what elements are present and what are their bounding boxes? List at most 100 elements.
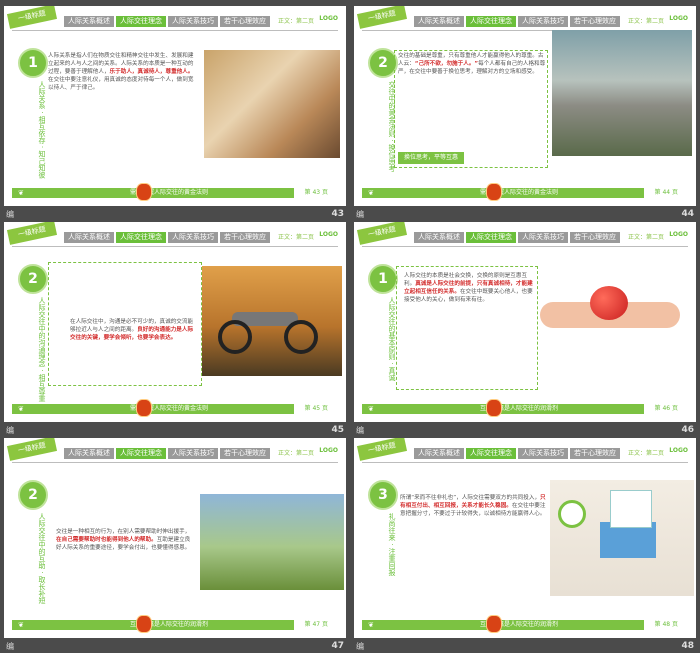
- footer-left-block: [362, 188, 394, 198]
- slide-caption: 编 43: [4, 209, 346, 221]
- tab-3[interactable]: 人际关系技巧: [518, 448, 568, 459]
- slide-caption: 编 45: [4, 425, 346, 437]
- slide-caption: 编 48: [354, 641, 696, 653]
- slide-caption: 编 46: [354, 425, 696, 437]
- header-divider: [12, 30, 338, 31]
- tab-3[interactable]: 人际关系技巧: [168, 448, 218, 459]
- slide-46[interactable]: 一级标题 人际关系概述 人际交往理念 人际关系技巧 若干心理效应 正文：第二页 LOGO 1 人…: [354, 222, 696, 422]
- tab-1[interactable]: 人际关系概述: [64, 448, 114, 459]
- slide-number: 48: [681, 641, 694, 651]
- slide-footer: 需要掌握人际交往的黄金法则 ❦ 第 44 页: [354, 174, 696, 206]
- wheel-illustration: [284, 320, 318, 354]
- footer-left-block: [12, 404, 44, 414]
- footer-bar: 需要掌握人际交往的黄金法则: [44, 188, 294, 198]
- slide-footer: 互利互惠是人际交往的润滑剂 ❦ 第 47 页: [4, 606, 346, 638]
- level-one-ribbon: 一级标题: [356, 6, 408, 29]
- edit-icon[interactable]: 编: [6, 641, 14, 652]
- slide-caption: 编 44: [354, 209, 696, 221]
- lantern-icon: [486, 183, 502, 201]
- header-divider: [12, 462, 338, 463]
- slide-photo: [550, 480, 694, 596]
- slide-footer: 互利互惠是人际交往的润滑剂 ❦ 第 46 页: [354, 390, 696, 422]
- tab-4[interactable]: 若干心理效应: [220, 448, 270, 459]
- tab-2[interactable]: 人际交往理念: [116, 232, 166, 243]
- slide-header: 一级标题 人际关系概述 人际交往理念 人际关系技巧 若干心理效应 正文：第二页 LOGO: [354, 438, 696, 478]
- slide-45[interactable]: 一级标题 人际关系概述 人际交往理念 人际关系技巧 若干心理效应 正文：第二页 LOGO 2 人…: [4, 222, 346, 422]
- page-info: 正文：第二页: [278, 18, 315, 25]
- nav-tabs: 人际关系概述 人际交往理念 人际关系技巧 若干心理效应 正文：第二页: [414, 16, 664, 27]
- tab-4[interactable]: 若干心理效应: [220, 16, 270, 27]
- nav-tabs: 人际关系概述 人际交往理念 人际关系技巧 若干心理效应 正文：第二页: [64, 16, 314, 27]
- footer-page-number: 第 48 页: [654, 621, 678, 628]
- header-divider: [362, 246, 688, 247]
- body-text: 所谓“来而不往非礼也”，人际交往需要双方的共同投入，只有相互付出、相互回报，关系…: [400, 494, 550, 594]
- slide-photo: [200, 494, 344, 590]
- tab-1[interactable]: 人际关系概述: [64, 232, 114, 243]
- tab-1[interactable]: 人际关系概述: [64, 16, 114, 27]
- edit-icon[interactable]: 编: [356, 209, 364, 220]
- lantern-icon: [136, 399, 152, 417]
- tab-4[interactable]: 若干心理效应: [570, 16, 620, 27]
- page-info: 正文：第二页: [628, 18, 665, 25]
- footer-page-number: 第 45 页: [304, 405, 328, 412]
- tab-2[interactable]: 人际交往理念: [116, 16, 166, 27]
- tab-3[interactable]: 人际关系技巧: [168, 232, 218, 243]
- apple-illustration: [590, 286, 628, 320]
- footer-leaf-icon: ❦: [368, 189, 374, 197]
- tab-4[interactable]: 若干心理效应: [220, 232, 270, 243]
- body-text: 人际关系是指人们在物质交往和精神交往中发生、发展和建立起来的人与人之间的关系。人…: [48, 52, 198, 162]
- footer-page-number: 第 46 页: [654, 405, 678, 412]
- tab-2[interactable]: 人际交往理念: [466, 232, 516, 243]
- number-badge: 1: [18, 48, 48, 78]
- slide-48[interactable]: 一级标题 人际关系概述 人际交往理念 人际关系技巧 若干心理效应 正文：第二页 LOGO 3 礼…: [354, 438, 696, 638]
- slide-43[interactable]: 一级标题 人际关系概述 人际交往理念 人际关系技巧 若干心理效应 正文：第二页 LOGO 1 人…: [4, 6, 346, 206]
- logo-text: LOGO: [669, 231, 688, 238]
- lantern-icon: [486, 615, 502, 633]
- tab-2[interactable]: 人际交往理念: [466, 16, 516, 27]
- slide-number: 47: [331, 641, 344, 651]
- wheel-illustration: [218, 320, 252, 354]
- body-text: 交往是一种相互的行为，在别人需要帮助时伸出援手， 在自己需要帮助时也能得到他人的帮…: [56, 528, 194, 598]
- tab-3[interactable]: 人际关系技巧: [518, 16, 568, 27]
- level-one-ribbon: 一级标题: [6, 222, 58, 245]
- tab-2[interactable]: 人际交往理念: [466, 448, 516, 459]
- footer-bar: 互利互惠是人际交往的润滑剂: [394, 404, 644, 414]
- page-info: 正文：第二页: [628, 450, 665, 457]
- level-one-ribbon: 一级标题: [356, 438, 408, 461]
- body-paragraph: 交往是一种相互的行为，在别人需要帮助时伸出援手，: [56, 529, 191, 535]
- footer-left-block: [12, 620, 44, 630]
- body-text: 在人际交往中，沟通是必不可少的，真诚的交流能够拉近人与人之间的距离。良好的沟通能…: [70, 318, 198, 380]
- body-text: 交往的基础是尊重，只有尊重他人才能赢得他人的尊重。古人云：“己所不欲，勿施于人。…: [398, 52, 546, 162]
- tab-2[interactable]: 人际交往理念: [116, 448, 166, 459]
- footer-bar: 互利互惠是人际交往的润滑剂: [394, 620, 644, 630]
- body-paragraph: 所谓“来而不往非礼也”，人际交往需要双方的共同投入，: [400, 495, 541, 501]
- edit-icon[interactable]: 编: [356, 425, 364, 436]
- edit-icon[interactable]: 编: [6, 209, 14, 220]
- logo-text: LOGO: [669, 447, 688, 454]
- tab-3[interactable]: 人际关系技巧: [168, 16, 218, 27]
- footer-left-block: [12, 188, 44, 198]
- nav-tabs: 人际关系概述 人际交往理念 人际关系技巧 若干心理效应 正文：第二页: [64, 232, 314, 243]
- tab-1[interactable]: 人际关系概述: [414, 16, 464, 27]
- nav-tabs: 人际关系概述 人际交往理念 人际关系技巧 若干心理效应 正文：第二页: [64, 448, 314, 459]
- tab-1[interactable]: 人际关系概述: [414, 232, 464, 243]
- number-badge: 1: [368, 264, 398, 294]
- footer-bar: 需要掌握人际交往的黄金法则: [394, 188, 644, 198]
- slide-47[interactable]: 一级标题 人际关系概述 人际交往理念 人际关系技巧 若干心理效应 正文：第二页 LOGO 2 人…: [4, 438, 346, 638]
- callout-tag: 换位思考，平等互惠: [398, 152, 465, 164]
- footer-page-number: 第 43 页: [304, 189, 328, 196]
- number-badge: 2: [18, 480, 48, 510]
- body-paragraph-2: 在交往中要注意礼仪，用真诚的态度对待每一个人，做到宽以待人、严于律己。: [48, 77, 194, 91]
- tab-3[interactable]: 人际关系技巧: [518, 232, 568, 243]
- slide-number: 46: [681, 425, 694, 435]
- page-info: 正文：第二页: [278, 450, 315, 457]
- slide-photo: [204, 50, 340, 158]
- edit-icon[interactable]: 编: [356, 641, 364, 652]
- tab-4[interactable]: 若干心理效应: [570, 448, 620, 459]
- logo-text: LOGO: [319, 15, 338, 22]
- tab-4[interactable]: 若干心理效应: [570, 232, 620, 243]
- slide-44[interactable]: 一级标题 人际关系概述 人际交往理念 人际关系技巧 若干心理效应 正文：第二页 LOGO 2 交…: [354, 6, 696, 206]
- tab-1[interactable]: 人际关系概述: [414, 448, 464, 459]
- nav-tabs: 人际关系概述 人际交往理念 人际关系技巧 若干心理效应 正文：第二页: [414, 448, 664, 459]
- edit-icon[interactable]: 编: [6, 425, 14, 436]
